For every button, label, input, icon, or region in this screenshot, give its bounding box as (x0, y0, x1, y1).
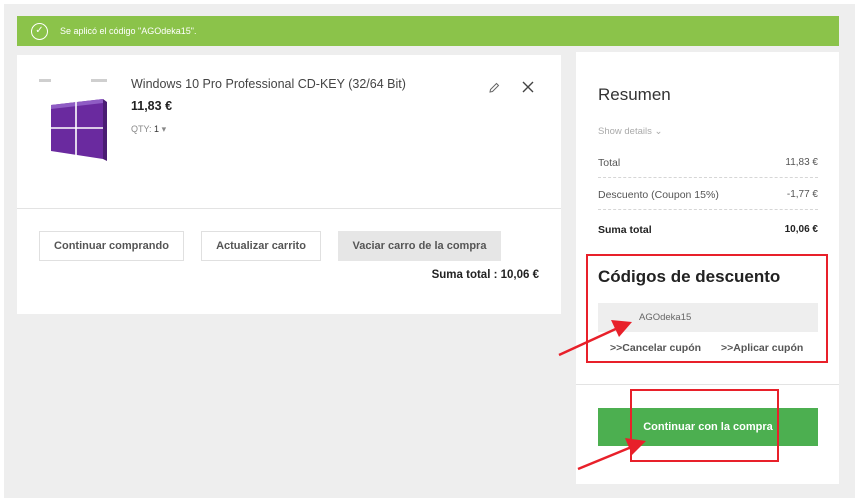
product-image[interactable] (39, 75, 115, 163)
summary-row-discount: Descuento (Coupon 15%) -1,77 € (598, 189, 818, 210)
summary-row-total: Total 11,83 € (598, 157, 818, 178)
chevron-down-icon: ▾ (161, 124, 167, 134)
chevron-down-icon: ⌄ (654, 126, 663, 137)
cart-divider (17, 208, 561, 209)
apply-coupon-link[interactable]: >>Aplicar cupón (721, 342, 803, 354)
update-cart-button[interactable]: Actualizar carrito (201, 231, 321, 261)
close-icon[interactable] (520, 79, 536, 95)
show-details-label: Show details (598, 126, 652, 137)
cart-panel: Windows 10 Pro Professional CD-KEY (32/6… (17, 55, 561, 314)
product-name[interactable]: Windows 10 Pro Professional CD-KEY (32/6… (131, 77, 406, 91)
summary-row-label: Suma total (598, 224, 652, 236)
summary-row-value: -1,77 € (786, 189, 818, 200)
cart-total: Suma total : 10,06 € (432, 269, 539, 281)
cancel-coupon-link[interactable]: >>Cancelar cupón (610, 342, 701, 354)
cancel-coupon-label: Cancelar cupón (622, 342, 702, 354)
cart-total-label: Suma total : (431, 269, 498, 281)
summary-row-grand-total: Suma total 10,06 € (598, 224, 818, 244)
summary-row-value: 11,83 € (785, 157, 818, 168)
summary-row-label: Total (598, 157, 621, 169)
qty-label: QTY: (131, 124, 152, 134)
summary-row-label: Descuento (Coupon 15%) (598, 189, 719, 201)
continue-shopping-button[interactable]: Continuar comprando (39, 231, 184, 261)
product-price: 11,83 € (131, 99, 173, 113)
double-chevron-right-icon: >> (721, 342, 734, 354)
show-details-toggle[interactable]: Show details ⌄ (598, 126, 662, 137)
success-notice: ✓ Se aplicó el código "AGOdeka15". (17, 16, 839, 46)
quantity-selector[interactable]: QTY: 1 ▾ (131, 124, 166, 135)
summary-title: Resumen (598, 85, 671, 104)
double-chevron-right-icon: >> (610, 342, 623, 354)
cart-total-value: 10,06 € (500, 269, 539, 281)
discount-codes-title: Códigos de descuento (598, 267, 781, 286)
qty-value: 1 (154, 124, 160, 134)
order-summary: Resumen Show details ⌄ Total 11,83 € Des… (576, 48, 839, 484)
summary-row-value: 10,06 € (784, 224, 818, 235)
scallop-edge (576, 48, 836, 52)
pencil-icon[interactable] (487, 81, 501, 95)
summary-divider (576, 384, 839, 385)
coupon-input[interactable]: AGOdeka15 (598, 303, 818, 332)
proceed-checkout-button[interactable]: Continuar con la compra (598, 408, 818, 446)
check-circle-icon: ✓ (31, 22, 48, 40)
notice-text: Se aplicó el código "AGOdeka15". (60, 26, 197, 36)
apply-coupon-label: Aplicar cupón (733, 342, 804, 354)
empty-cart-button[interactable]: Vaciar carro de la compra (338, 231, 501, 261)
